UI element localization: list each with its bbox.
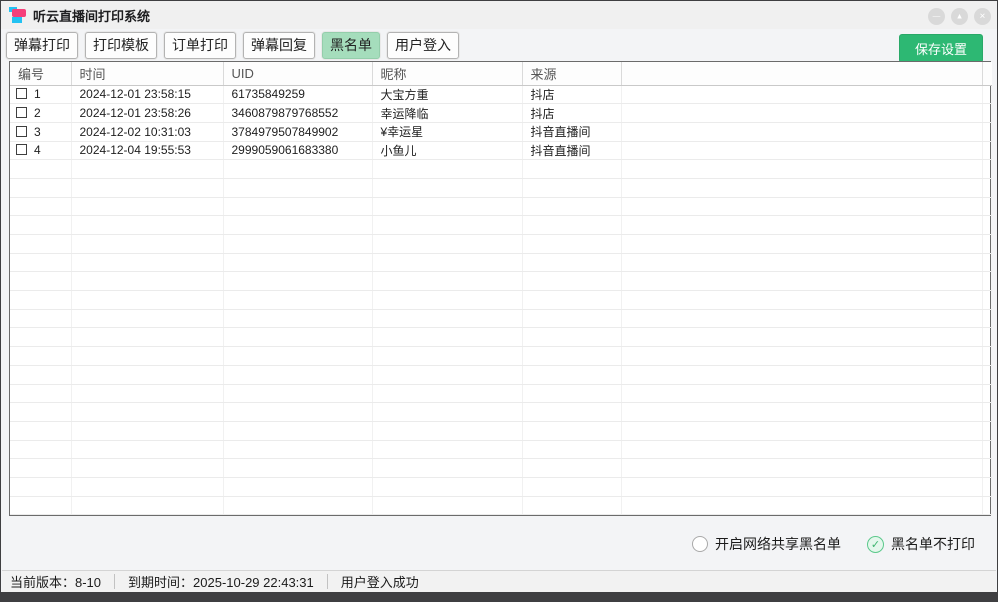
cell-blank: [982, 104, 992, 123]
col-header-number[interactable]: 编号: [10, 62, 71, 85]
col-header-nickname[interactable]: 昵称: [372, 62, 522, 85]
cell-source: 抖店: [522, 104, 621, 123]
tab-danmu-print[interactable]: 弹幕打印: [6, 32, 78, 59]
table-empty-row: [10, 403, 992, 422]
save-settings-button[interactable]: 保存设置: [899, 34, 983, 63]
cell-time: 2024-12-01 23:58:26: [71, 104, 223, 123]
tab-bar: 弹幕打印 打印模板 订单打印 弹幕回复 黑名单 用户登入: [6, 32, 459, 59]
minimize-icon[interactable]: —: [928, 8, 945, 25]
table-empty-row: [10, 197, 992, 216]
title-bar: 听云直播间打印系统 — ▲ ✕: [1, 1, 997, 29]
window-controls: — ▲ ✕: [928, 8, 991, 25]
blacklist-options: 开启网络共享黑名单 ✓ 黑名单不打印: [692, 534, 975, 554]
printer-app-icon: [9, 6, 26, 24]
col-header-uid[interactable]: UID: [223, 62, 372, 85]
tab-user-login[interactable]: 用户登入: [387, 32, 459, 59]
table-header-row: 编号 时间 UID 昵称 来源: [10, 62, 992, 85]
table-empty-row: [10, 384, 992, 403]
table-empty-row: [10, 496, 992, 515]
cell-uid: 3784979507849902: [223, 122, 372, 141]
table-empty-row: [10, 440, 992, 459]
table-empty-row: [10, 291, 992, 310]
row-checkbox[interactable]: [16, 88, 27, 99]
cell-source: 抖音直播间: [522, 141, 621, 160]
table-empty-row: [10, 309, 992, 328]
col-header-blank: [621, 62, 982, 85]
col-header-time[interactable]: 时间: [71, 62, 223, 85]
version-label: 当前版本：8-10: [2, 572, 114, 591]
window-title: 听云直播间打印系统: [33, 6, 150, 25]
cell-blank: [621, 104, 982, 123]
table-empty-row: [10, 477, 992, 496]
table-empty-row: [10, 235, 992, 254]
share-blacklist-label: 开启网络共享黑名单: [715, 534, 841, 554]
cell-nickname: ¥幸运星: [372, 122, 522, 141]
login-status-label: 用户登入成功: [328, 572, 432, 591]
check-circle-icon[interactable]: ✓: [867, 536, 884, 553]
row-number-cell: 1: [10, 85, 71, 104]
table-empty-row: [10, 253, 992, 272]
row-checkbox[interactable]: [16, 126, 27, 137]
cell-time: 2024-12-01 23:58:15: [71, 85, 223, 104]
maximize-icon[interactable]: ▲: [951, 8, 968, 25]
cell-blank: [982, 141, 992, 160]
table-empty-row: [10, 160, 992, 179]
cell-blank: [621, 85, 982, 104]
window-bottom-edge: [1, 592, 997, 601]
cell-time: 2024-12-02 10:31:03: [71, 122, 223, 141]
table-empty-row: [10, 216, 992, 235]
table-empty-row: [10, 178, 992, 197]
blacklist-table: 编号 时间 UID 昵称 来源 12024-12-01 23:58:156173…: [9, 61, 991, 516]
cell-source: 抖音直播间: [522, 122, 621, 141]
table-empty-row: [10, 272, 992, 291]
cell-nickname: 大宝方重: [372, 85, 522, 104]
row-number-cell: 3: [10, 122, 71, 141]
app-window: 听云直播间打印系统 — ▲ ✕ 弹幕打印 打印模板 订单打印 弹幕回复 黑名单 …: [0, 0, 998, 602]
expire-time-label: 到期时间：2025-10-29 22:43:31: [115, 572, 327, 591]
row-checkbox[interactable]: [16, 107, 27, 118]
tab-order-print[interactable]: 订单打印: [164, 32, 236, 59]
cell-nickname: 小鱼儿: [372, 141, 522, 160]
cell-uid: 61735849259: [223, 85, 372, 104]
table-row[interactable]: 32024-12-02 10:31:033784979507849902¥幸运星…: [10, 122, 992, 141]
table-row[interactable]: 12024-12-01 23:58:1561735849259大宝方重抖店: [10, 85, 992, 104]
row-number-cell: 4: [10, 141, 71, 160]
cell-blank: [982, 122, 992, 141]
radio-unchecked-icon[interactable]: [692, 536, 708, 552]
cell-source: 抖店: [522, 85, 621, 104]
table-empty-row: [10, 421, 992, 440]
tab-blacklist[interactable]: 黑名单: [322, 32, 380, 59]
cell-blank: [621, 122, 982, 141]
cell-blank: [621, 141, 982, 160]
cell-uid: 2999059061683380: [223, 141, 372, 160]
tab-print-template[interactable]: 打印模板: [85, 32, 157, 59]
close-icon[interactable]: ✕: [974, 8, 991, 25]
cell-nickname: 幸运降临: [372, 104, 522, 123]
table-empty-row: [10, 328, 992, 347]
row-checkbox[interactable]: [16, 144, 27, 155]
blacklist-no-print-label: 黑名单不打印: [891, 534, 975, 554]
cell-blank: [982, 85, 992, 104]
table-row[interactable]: 22024-12-01 23:58:263460879879768552幸运降临…: [10, 104, 992, 123]
tab-danmu-reply[interactable]: 弹幕回复: [243, 32, 315, 59]
blacklist-no-print-option[interactable]: ✓ 黑名单不打印: [867, 534, 975, 554]
status-bar: 当前版本：8-10 到期时间：2025-10-29 22:43:31 用户登入成…: [2, 570, 996, 592]
table-empty-row: [10, 459, 992, 478]
col-header-source[interactable]: 来源: [522, 62, 621, 85]
row-number-cell: 2: [10, 104, 71, 123]
cell-uid: 3460879879768552: [223, 104, 372, 123]
cell-time: 2024-12-04 19:55:53: [71, 141, 223, 160]
table-row[interactable]: 42024-12-04 19:55:532999059061683380小鱼儿抖…: [10, 141, 992, 160]
share-blacklist-option[interactable]: 开启网络共享黑名单: [692, 534, 841, 554]
table-empty-row: [10, 347, 992, 366]
table-empty-row: [10, 365, 992, 384]
col-header-scroll: [982, 62, 992, 85]
table-body: 12024-12-01 23:58:1561735849259大宝方重抖店220…: [10, 85, 992, 515]
